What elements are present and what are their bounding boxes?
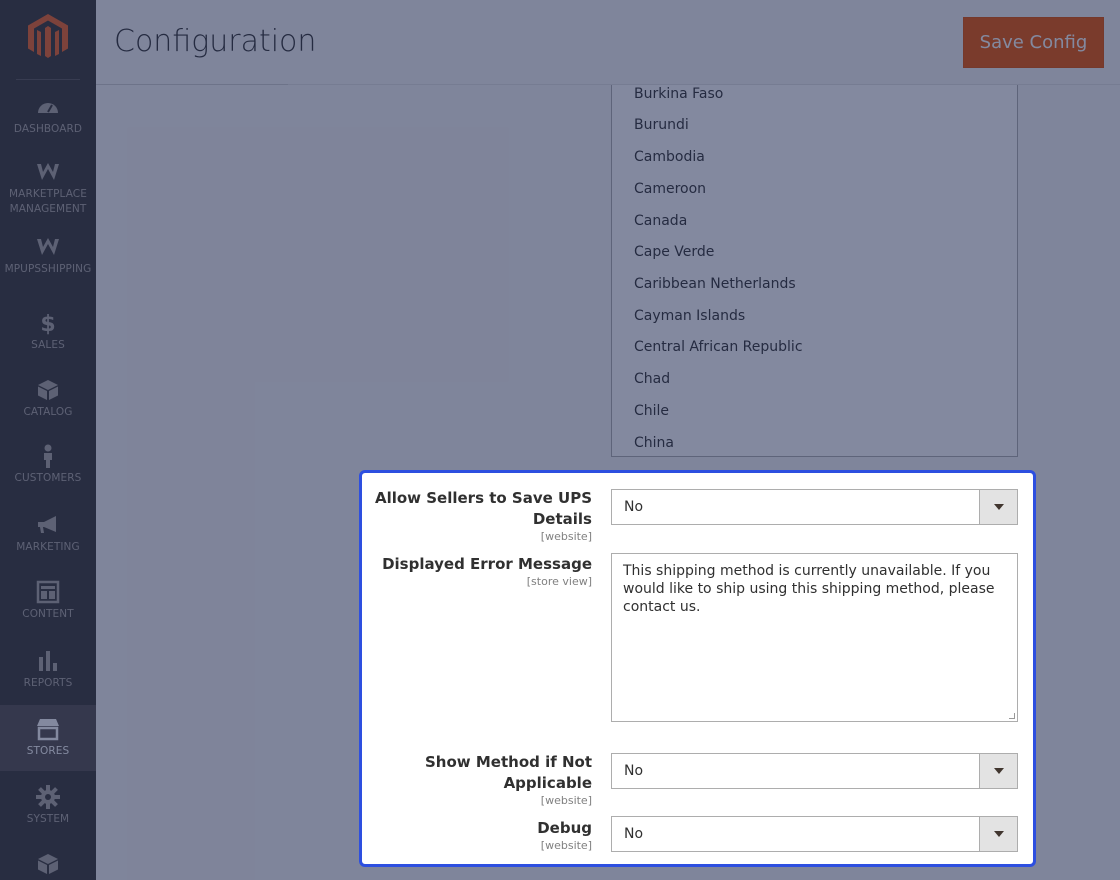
config-tabs-edge bbox=[96, 84, 288, 85]
allow-sellers-label: Allow Sellers to Save UPS Details [websi… bbox=[375, 488, 592, 544]
sidebar-item-label: MARKETING bbox=[16, 541, 80, 553]
specific-countries-multiselect[interactable]: Burkina Faso Burundi Cambodia Cameroon C… bbox=[611, 85, 1018, 457]
box-icon bbox=[38, 380, 58, 400]
chevron-down-icon bbox=[979, 817, 1017, 851]
sidebar-item-marketplace[interactable]: MARKETPLACE MANAGEMENT bbox=[0, 160, 96, 218]
resize-grip-icon[interactable] bbox=[1009, 713, 1015, 719]
error-message-text: This shipping method is currently unavai… bbox=[623, 563, 995, 615]
scope-label: [website] bbox=[540, 839, 592, 852]
dashboard-icon bbox=[38, 103, 58, 113]
sidebar-item-sales[interactable]: $ SALES bbox=[0, 311, 96, 353]
country-option[interactable]: Cayman Islands bbox=[634, 308, 745, 324]
allow-sellers-select[interactable]: No bbox=[611, 489, 1018, 525]
show-method-label-line2: Applicable bbox=[503, 774, 592, 792]
debug-label-text: Debug bbox=[537, 819, 592, 837]
store-icon bbox=[37, 719, 59, 741]
sidebar-item-label: SYSTEM bbox=[26, 813, 70, 825]
sidebar-item-stores[interactable]: STORES bbox=[0, 705, 96, 771]
select-value: No bbox=[624, 826, 644, 842]
person-icon bbox=[44, 444, 52, 468]
chevron-down-icon bbox=[979, 754, 1017, 788]
bar-chart-icon bbox=[39, 651, 57, 671]
sidebar-item-catalog[interactable]: CATALOG bbox=[0, 378, 96, 420]
error-message-label-text: Displayed Error Message bbox=[382, 555, 592, 573]
sidebar-item-marketing[interactable]: MARKETING bbox=[0, 513, 96, 555]
content-icon bbox=[36, 580, 60, 604]
select-value: No bbox=[624, 499, 644, 515]
debug-select[interactable]: No bbox=[611, 816, 1018, 852]
sidebar-item-system[interactable]: SYSTEM bbox=[0, 785, 96, 827]
chevron-down-icon bbox=[979, 490, 1017, 524]
sidebar-item-label: MARKETPLACE MANAGEMENT bbox=[9, 188, 87, 215]
scope-label: [store view] bbox=[526, 575, 592, 588]
country-option[interactable]: Chile bbox=[634, 403, 669, 419]
sidebar-item-label: DASHBOARD bbox=[13, 123, 83, 135]
extensions-icon bbox=[38, 854, 58, 874]
mpupsshipping-icon bbox=[37, 238, 59, 255]
error-message-textarea[interactable]: This shipping method is currently unavai… bbox=[611, 553, 1018, 722]
error-message-label: Displayed Error Message [store view] bbox=[382, 554, 592, 589]
country-option[interactable]: China bbox=[634, 435, 674, 451]
sidebar-item-label: STORES bbox=[26, 745, 70, 757]
show-method-label: Show Method if Not Applicable [website] bbox=[425, 752, 592, 808]
show-method-label-line1: Show Method if Not bbox=[425, 753, 592, 771]
gear-icon bbox=[36, 785, 60, 809]
country-option[interactable]: Burundi bbox=[634, 117, 689, 133]
select-value: No bbox=[624, 763, 644, 779]
show-method-select[interactable]: No bbox=[611, 753, 1018, 789]
sidebar-item-content[interactable]: CONTENT bbox=[0, 580, 96, 622]
svg-text:$: $ bbox=[40, 312, 55, 335]
sidebar-item-reports[interactable]: REPORTS bbox=[0, 649, 96, 691]
sidebar-item-customers[interactable]: CUSTOMERS bbox=[0, 444, 96, 488]
sidebar-item-label: CUSTOMERS bbox=[14, 472, 82, 484]
dollar-icon: $ bbox=[40, 312, 55, 335]
country-option[interactable]: Cape Verde bbox=[634, 244, 714, 260]
debug-label: Debug [website] bbox=[537, 818, 592, 853]
marketplace-icon bbox=[37, 163, 59, 180]
allow-sellers-label-line2: Details bbox=[532, 510, 592, 528]
highlighted-config-panel: Allow Sellers to Save UPS Details [websi… bbox=[359, 470, 1036, 867]
country-option[interactable]: Canada bbox=[634, 213, 687, 229]
country-option[interactable]: Cameroon bbox=[634, 181, 706, 197]
sidebar-item-dashboard[interactable]: DASHBOARD bbox=[0, 95, 96, 143]
magento-logo-icon[interactable] bbox=[28, 14, 68, 60]
sidebar-item-extensions[interactable] bbox=[0, 852, 96, 880]
sidebar-item-label: MPUPSSHIPPING bbox=[4, 263, 92, 275]
logo-divider bbox=[16, 79, 80, 80]
country-option[interactable]: Chad bbox=[634, 371, 670, 387]
sidebar-item-mpupsshipping[interactable]: MPUPSSHIPPING bbox=[0, 235, 96, 293]
megaphone-icon bbox=[38, 516, 56, 533]
sidebar-item-label: SALES bbox=[31, 339, 65, 351]
allow-sellers-label-line1: Allow Sellers to Save UPS bbox=[374, 489, 592, 507]
sidebar-item-label: CONTENT bbox=[22, 608, 74, 620]
admin-sidebar: DASHBOARD MARKETPLACE MANAGEMENT MPUPSSH… bbox=[0, 0, 96, 880]
save-config-button[interactable]: Save Config bbox=[963, 17, 1104, 68]
country-option[interactable]: Burkina Faso bbox=[634, 86, 723, 102]
scope-label: [website] bbox=[540, 794, 592, 807]
country-option[interactable]: Cambodia bbox=[634, 149, 705, 165]
country-option[interactable]: Caribbean Netherlands bbox=[634, 276, 796, 292]
page-title: Configuration bbox=[114, 24, 317, 59]
sidebar-item-label: REPORTS bbox=[23, 677, 73, 689]
sidebar-item-label: CATALOG bbox=[23, 406, 73, 418]
country-option[interactable]: Central African Republic bbox=[634, 339, 803, 355]
scope-label: [website] bbox=[540, 530, 592, 543]
